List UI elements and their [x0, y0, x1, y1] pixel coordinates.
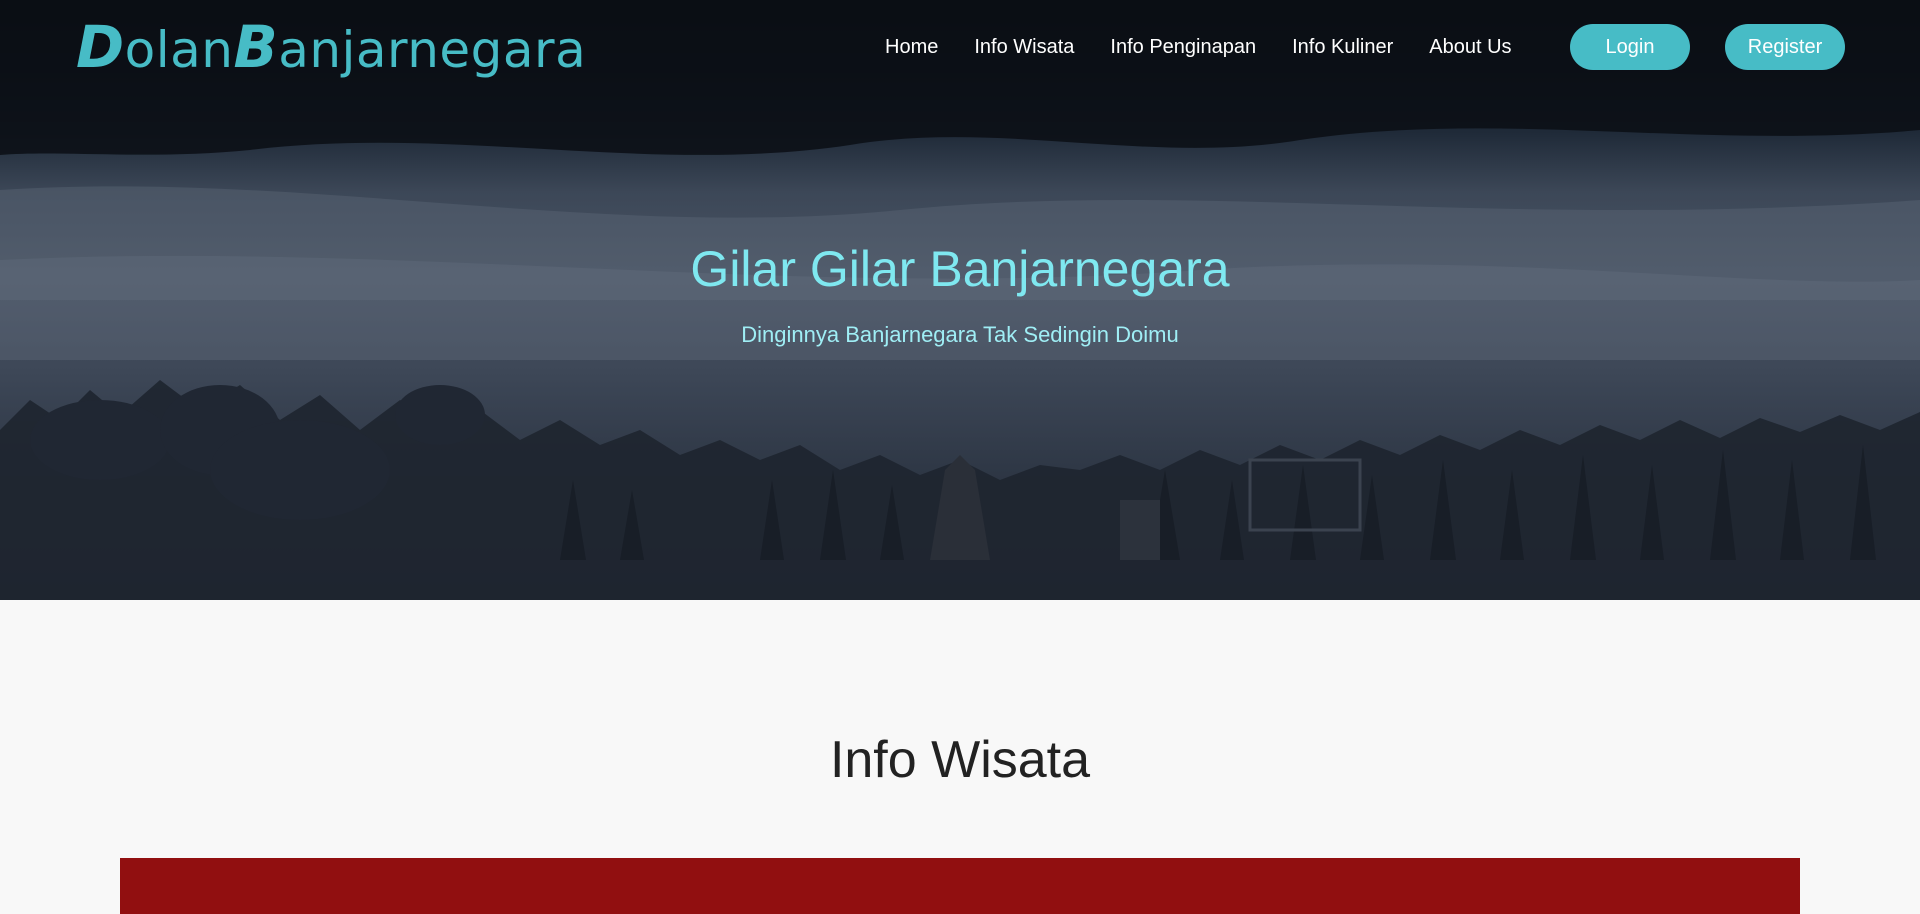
- nav-link-home[interactable]: Home: [885, 36, 938, 59]
- nav-link-info-penginapan[interactable]: Info Penginapan: [1110, 36, 1256, 59]
- nav-link-info-kuliner[interactable]: Info Kuliner: [1292, 36, 1393, 59]
- brand-text-anjarnegara: anjarnegara: [278, 21, 587, 79]
- hero-title: Gilar Gilar Banjarnegara: [690, 241, 1230, 297]
- login-button[interactable]: Login: [1570, 24, 1690, 70]
- nav-link-about-us[interactable]: About Us: [1429, 36, 1511, 59]
- navbar: DolanBanjarnegara Home Info Wisata Info …: [0, 0, 1920, 96]
- brand-logo[interactable]: DolanBanjarnegara: [76, 12, 586, 85]
- nav-link-info-wisata[interactable]: Info Wisata: [974, 36, 1074, 59]
- register-button[interactable]: Register: [1725, 24, 1845, 70]
- hero-subtitle: Dinginnya Banjarnegara Tak Sedingin Doim…: [741, 322, 1179, 347]
- nav-links: Home Info Wisata Info Penginapan Info Ku…: [885, 32, 1512, 62]
- info-wisata-card: [120, 858, 1800, 914]
- brand-initial-d: D: [76, 13, 125, 81]
- hero-section: DolanBanjarnegara Home Info Wisata Info …: [0, 0, 1920, 600]
- brand-initial-b: B: [233, 13, 279, 81]
- brand-text-olan: olan: [124, 21, 234, 79]
- section-title-info-wisata: Info Wisata: [829, 731, 1091, 789]
